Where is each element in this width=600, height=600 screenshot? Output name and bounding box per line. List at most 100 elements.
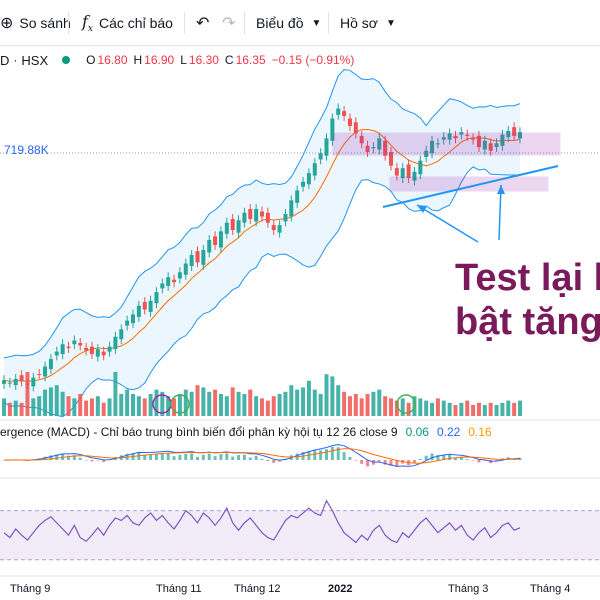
candle-body	[136, 305, 141, 317]
macd-histogram-bar	[184, 453, 188, 460]
candle-body	[2, 380, 6, 384]
volume-bar	[230, 387, 235, 416]
chart-type-button[interactable]: Biểu đồ ▼	[256, 8, 321, 38]
compare-button[interactable]: ⊕ So sánh	[0, 8, 71, 38]
candle-body	[394, 168, 399, 176]
volume-bar	[131, 394, 135, 416]
macd-histogram-bar	[160, 453, 164, 460]
volume-bar	[66, 396, 71, 416]
candle-body	[312, 163, 317, 176]
volume-bar	[224, 396, 229, 416]
volume-bar	[72, 398, 77, 416]
indicators-button[interactable]: fx Các chỉ báo	[82, 8, 173, 38]
bollinger-band-fill	[4, 69, 520, 417]
candle-body	[125, 320, 130, 326]
candle-body	[166, 277, 171, 286]
annotation-text[interactable]: Test lại h bật tăng	[455, 256, 600, 344]
macd-histogram-bar	[424, 455, 428, 460]
toolbar-divider	[244, 12, 245, 34]
symbol-prefix[interactable]: D	[0, 53, 9, 68]
macd-histogram-bar	[201, 454, 205, 460]
volume-bar	[330, 376, 335, 416]
volume-bar	[318, 394, 323, 416]
macd-histogram-bar	[471, 460, 475, 461]
candle-body	[224, 222, 229, 234]
resistance-zone	[332, 132, 561, 156]
high-value: 16.90	[144, 53, 175, 67]
candle-body	[142, 302, 147, 310]
candle-body	[160, 283, 165, 289]
macd-histogram-bar	[325, 449, 328, 460]
candle-body	[31, 377, 36, 387]
candle-body	[148, 300, 153, 312]
annotation-circle	[396, 394, 416, 414]
candle-body	[154, 292, 159, 304]
chevron-down-icon: ▼	[311, 17, 322, 29]
market-status-dot	[62, 56, 71, 64]
volume-bar	[148, 394, 153, 416]
volume-bar	[306, 380, 311, 416]
macd-histogram-bar	[149, 454, 153, 460]
macd-histogram-bar	[477, 460, 481, 463]
volume-bar	[218, 394, 223, 416]
volume-bar	[95, 396, 100, 416]
time-label: Tháng 4	[530, 583, 571, 595]
volume-bar	[441, 400, 446, 416]
time-axis[interactable]: Tháng 9 Tháng 11 Tháng 12 2022 Tháng 3 T…	[0, 578, 600, 600]
macd-histogram-bar	[166, 453, 170, 460]
macd-histogram-bar	[348, 456, 352, 460]
volume-bar	[359, 398, 364, 416]
volume-bar	[301, 387, 306, 416]
candle-body	[283, 214, 288, 222]
volume-bar	[365, 394, 370, 416]
macd-histogram-bar	[207, 453, 211, 460]
volume-bar	[500, 402, 505, 416]
candle-body	[89, 346, 94, 355]
volume-bar	[43, 389, 48, 416]
volume-bar	[389, 398, 393, 416]
volume-bar	[195, 385, 200, 416]
candle-body	[242, 212, 247, 223]
candle-body	[95, 349, 100, 357]
macd-histogram-bar	[90, 460, 94, 462]
change-value: −0.15 (−0.91%)	[271, 53, 355, 67]
toolbar-divider	[184, 12, 185, 34]
redo-button[interactable]: ↷	[222, 8, 241, 38]
macd-histogram-bar	[154, 453, 158, 460]
volume-bar	[201, 387, 206, 416]
time-label: Tháng 12	[234, 583, 281, 595]
macd-histogram-bar	[231, 456, 235, 460]
undo-button[interactable]: ↶	[196, 8, 215, 38]
macd-histogram-bar	[178, 454, 182, 460]
annotation-line-2: bật tăng	[455, 301, 600, 343]
volume-bar	[101, 402, 106, 416]
candle-body	[201, 249, 206, 265]
volume-bar	[512, 402, 517, 416]
volume-bar	[424, 400, 429, 416]
macd-histogram-bar	[360, 460, 364, 464]
volume-bar	[447, 402, 452, 416]
indicators-label: Các chỉ báo	[99, 15, 173, 31]
profile-button[interactable]: Hồ sơ ▼	[340, 8, 396, 38]
volume-bar	[418, 398, 423, 416]
candle-body	[265, 212, 270, 223]
macd-histogram-bar	[248, 457, 252, 460]
low-label: L	[180, 53, 187, 67]
macd-histogram-bar	[465, 459, 469, 460]
candle-body	[260, 211, 264, 217]
volume-bar	[342, 391, 347, 416]
toolbar-divider	[328, 12, 329, 34]
macd-title: ergence (MACD) - Chỉ báo trung bình biến…	[0, 425, 398, 439]
macd-histogram-value: 0.06	[405, 425, 429, 439]
macd-histogram-bar	[418, 458, 422, 460]
volume-bar	[494, 405, 499, 416]
macd-histogram-bar	[196, 456, 199, 460]
candle-body	[347, 118, 352, 126]
volume-bar	[254, 396, 259, 416]
support-zone	[389, 176, 549, 192]
toolbar-divider	[68, 12, 69, 34]
volume-bar	[465, 400, 470, 416]
macd-histogram-bar	[266, 460, 270, 462]
volume-bar	[324, 374, 329, 416]
candle-body	[131, 314, 135, 324]
